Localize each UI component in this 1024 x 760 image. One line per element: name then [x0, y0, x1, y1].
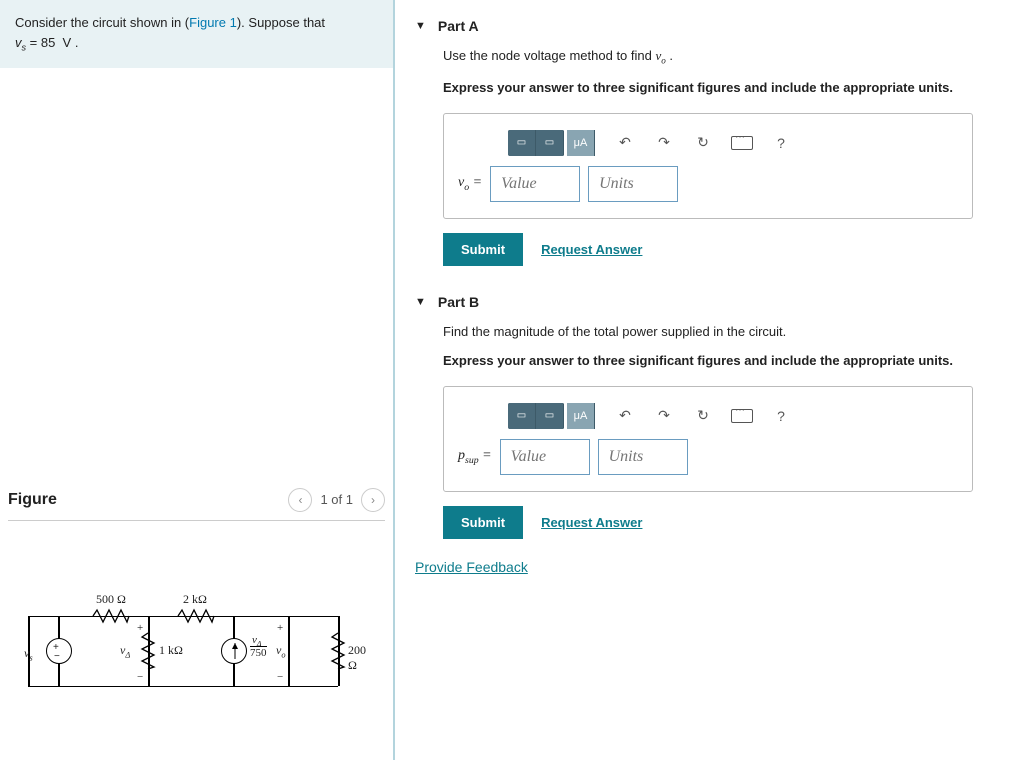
ccvs-denom: 750	[250, 646, 267, 659]
figure-next-button[interactable]: ›	[361, 488, 385, 512]
figure-nav-text: 1 of 1	[320, 492, 353, 507]
figure-section: Figure ‹ 1 of 1 ›	[0, 488, 393, 736]
figure-title: Figure	[8, 491, 57, 509]
ccvs-source	[221, 638, 247, 664]
r1-label: 500 Ω	[96, 592, 126, 607]
caret-down-icon: ▼	[415, 296, 426, 308]
redo-icon[interactable]: ↷	[651, 404, 677, 428]
vo-label: vo	[276, 643, 286, 659]
part-a-section: ▼ Part A Use the node voltage method to …	[415, 10, 1004, 266]
vo-minus: −	[277, 671, 283, 683]
part-b-request-answer-link[interactable]: Request Answer	[541, 515, 642, 530]
r3-label: 1 kΩ	[159, 643, 183, 658]
vs-label: vs	[24, 646, 33, 662]
part-a-answer-box: ▭ ▭ μA ↶ ↷ ↻ ? vo =	[443, 113, 973, 219]
figure-nav: ‹ 1 of 1 ›	[288, 488, 385, 512]
vs-source: + −	[46, 638, 72, 664]
tool-fraction-icon[interactable]: ▭	[536, 403, 564, 429]
tool-mu-button[interactable]: μA	[567, 403, 595, 429]
figure-header: Figure ‹ 1 of 1 ›	[8, 488, 385, 521]
part-a-value-input[interactable]	[490, 166, 580, 202]
right-panel: ▼ Part A Use the node voltage method to …	[395, 0, 1024, 760]
part-a-request-answer-link[interactable]: Request Answer	[541, 242, 642, 257]
left-panel: Consider the circuit shown in (Figure 1)…	[0, 0, 395, 760]
part-b-submit-button[interactable]: Submit	[443, 506, 523, 539]
part-a-bold-instruction: Express your answer to three significant…	[443, 80, 1004, 95]
vo-plus: +	[277, 622, 283, 634]
part-a-header[interactable]: ▼ Part A	[415, 10, 1004, 42]
part-a-variable-label: vo =	[458, 175, 482, 193]
part-a-instruction: Use the node voltage method to find vo .	[443, 48, 1004, 66]
r2-label: 2 kΩ	[183, 592, 207, 607]
vdelta-minus: −	[137, 671, 143, 683]
part-a-input-row: vo =	[458, 166, 958, 202]
keyboard-icon[interactable]	[729, 404, 755, 428]
caret-down-icon: ▼	[415, 20, 426, 32]
part-a-submit-button[interactable]: Submit	[443, 233, 523, 266]
problem-statement: Consider the circuit shown in (Figure 1)…	[0, 0, 393, 68]
part-b-answer-box: ▭ ▭ μA ↶ ↷ ↻ ? psup =	[443, 386, 973, 492]
reset-icon[interactable]: ↻	[690, 404, 716, 428]
part-a-toolbar: ▭ ▭ μA ↶ ↷ ↻ ?	[508, 130, 958, 156]
tool-mu-button[interactable]: μA	[567, 130, 595, 156]
part-b-title: Part B	[438, 294, 479, 310]
vdelta-label: vΔ	[120, 643, 130, 659]
part-b-bold-instruction: Express your answer to three significant…	[443, 353, 1004, 368]
part-b-submit-row: Submit Request Answer	[443, 506, 1004, 539]
provide-feedback-link[interactable]: Provide Feedback	[415, 559, 1004, 575]
problem-text-pre: Consider the circuit shown in (	[15, 15, 189, 30]
problem-equation: vs = 85 V .	[15, 35, 78, 50]
tool-template-icon[interactable]: ▭	[508, 130, 536, 156]
part-b-toolbar: ▭ ▭ μA ↶ ↷ ↻ ?	[508, 403, 958, 429]
part-a-title: Part A	[438, 18, 479, 34]
r4-label: 200 Ω	[348, 643, 368, 673]
part-b-variable-label: psup =	[458, 448, 492, 466]
part-a-units-input[interactable]	[588, 166, 678, 202]
circuit-diagram: 500 Ω 2 kΩ + − vs + − vΔ 1	[8, 576, 385, 736]
problem-text-post: ). Suppose that	[237, 15, 325, 30]
part-b-instruction: Find the magnitude of the total power su…	[443, 324, 1004, 339]
undo-icon[interactable]: ↶	[612, 131, 638, 155]
part-a-submit-row: Submit Request Answer	[443, 233, 1004, 266]
undo-icon[interactable]: ↶	[612, 404, 638, 428]
keyboard-icon[interactable]	[729, 131, 755, 155]
part-b-value-input[interactable]	[500, 439, 590, 475]
help-icon[interactable]: ?	[768, 131, 794, 155]
part-b-units-input[interactable]	[598, 439, 688, 475]
vdelta-plus: +	[137, 622, 143, 634]
reset-icon[interactable]: ↻	[690, 131, 716, 155]
help-icon[interactable]: ?	[768, 404, 794, 428]
redo-icon[interactable]: ↷	[651, 131, 677, 155]
part-b-header[interactable]: ▼ Part B	[415, 286, 1004, 318]
figure-link[interactable]: Figure 1	[189, 15, 237, 30]
tool-template-icon[interactable]: ▭	[508, 403, 536, 429]
tool-fraction-icon[interactable]: ▭	[536, 130, 564, 156]
part-b-section: ▼ Part B Find the magnitude of the total…	[415, 286, 1004, 539]
figure-prev-button[interactable]: ‹	[288, 488, 312, 512]
part-b-input-row: psup =	[458, 439, 958, 475]
